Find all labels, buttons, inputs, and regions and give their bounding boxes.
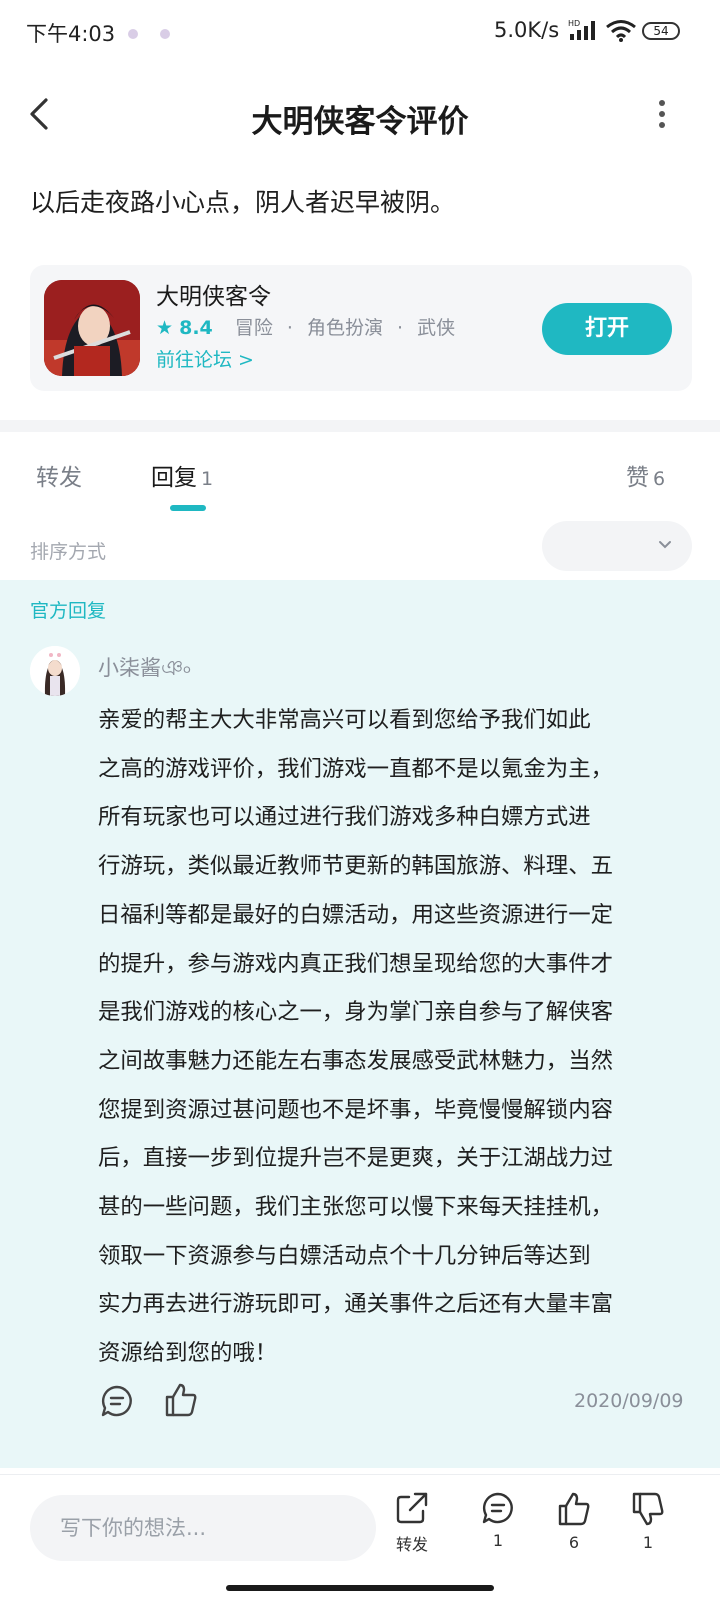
repost-button[interactable]: 转发: [382, 1491, 442, 1555]
open-button[interactable]: 打开: [542, 303, 672, 355]
review-text: 以后走夜路小心点，阴人者迟早被阴。: [30, 188, 456, 217]
reply-body: 亲爱的帮主大大非常高兴可以看到您给予我们如此 之高的游戏评价，我们游戏一直都不是…: [98, 696, 698, 1378]
dislike-count: 1: [642, 1533, 654, 1552]
tab-label: 转发: [36, 465, 82, 491]
tab-count: 6: [653, 468, 666, 490]
forum-link[interactable]: 前往论坛 >: [156, 345, 254, 372]
reply-line: 所有玩家也可以通过进行我们游戏多种白嫖方式进: [98, 804, 591, 831]
tab-like[interactable]: 赞6: [626, 458, 665, 492]
battery-icon: 54: [642, 22, 680, 40]
thumbs-up-icon[interactable]: [164, 1382, 198, 1418]
status-bar: 下午4:03 5.0K/s HD 54: [0, 0, 720, 64]
game-meta: ★ 8.4 冒险 · 角色扮演 · 武侠: [156, 317, 456, 339]
tab-label: 回复: [151, 465, 197, 491]
like-button[interactable]: 6: [544, 1491, 604, 1552]
game-icon: [44, 280, 140, 376]
chevron-down-icon: [659, 541, 671, 549]
reply-line: 甚的一些问题，我们主张您可以慢下来每天挂挂机，: [98, 1194, 613, 1221]
avatar[interactable]: [30, 646, 80, 696]
section-divider: [0, 420, 720, 432]
reply-line: 是我们游戏的核心之一，身为掌门亲自参与了解侠客: [98, 999, 613, 1026]
reply-line: 领取一下资源参与白嫖活动点个十几分钟后等达到: [98, 1242, 591, 1269]
game-tag: 武侠: [417, 317, 456, 339]
game-tag: 冒险: [234, 317, 273, 339]
dislike-button[interactable]: 1: [618, 1491, 678, 1552]
comment-input[interactable]: [30, 1495, 376, 1561]
comment-icon[interactable]: [100, 1384, 134, 1418]
notification-icons: [128, 24, 192, 43]
reply-line: 资源给到您的哦！: [98, 1340, 278, 1367]
notification-icon: [128, 29, 138, 39]
reply-line: 实力再去进行游玩即可，通关事件之后还有大量丰富: [98, 1291, 613, 1318]
share-icon: [396, 1492, 428, 1524]
game-rating: 8.4: [179, 317, 213, 339]
reply-line: 后，直接一步到位提升岂不是更爽，关于江湖战力过: [98, 1145, 613, 1172]
comment-count: 1: [492, 1531, 504, 1550]
comment-icon: [482, 1492, 513, 1524]
official-reply: 官方回复 小柒酱ঞ৹ 亲爱的帮主大大非常高兴可以看到您给予我们如此 之高的游戏评…: [0, 580, 720, 1468]
star-icon: ★: [156, 317, 174, 339]
reply-line: 之高的游戏评价，我们游戏一直都不是以氪金为主，: [98, 755, 613, 782]
official-reply-label: 官方回复: [30, 600, 107, 622]
signal-icon: HD: [568, 19, 595, 40]
tab-reply[interactable]: 回复 1: [151, 458, 213, 492]
game-tag: 角色扮演: [306, 317, 383, 339]
sort-label: 排序方式: [30, 541, 107, 563]
notification-icon: [160, 29, 170, 39]
tab-repost[interactable]: 转发: [36, 458, 82, 492]
reply-line: 您提到资源过甚问题也不是坏事，毕竟慢慢解锁内容: [98, 1096, 613, 1123]
reply-author[interactable]: 小柒酱ঞ৹: [98, 652, 191, 687]
thumbs-down-icon: [632, 1492, 664, 1526]
tab-count: 1: [201, 468, 214, 490]
tab-label: 赞: [626, 465, 649, 491]
wifi-icon: [606, 20, 636, 42]
page-title: 大明侠客令评价: [251, 104, 469, 140]
reply-line: 行游玩，类似最近教师节更新的韩国旅游、料理、五: [98, 853, 613, 880]
bottom-bar: 转发 1 6 1: [0, 1474, 720, 1600]
repost-label: 转发: [395, 1535, 428, 1554]
reply-line: 的提升，参与游戏内真正我们想呈现给您的大事件才: [98, 950, 613, 977]
sort-select[interactable]: [542, 521, 692, 571]
home-indicator[interactable]: [226, 1585, 494, 1591]
game-card[interactable]: 大明侠客令 ★ 8.4 冒险 · 角色扮演 · 武侠 前往论坛 > 打开: [30, 265, 692, 391]
svg-text:HD: HD: [568, 19, 580, 28]
more-options-icon[interactable]: [652, 94, 672, 134]
like-count: 6: [568, 1533, 580, 1552]
reply-line: 亲爱的帮主大大非常高兴可以看到您给予我们如此: [98, 707, 591, 733]
network-speed: 5.0K/s: [494, 18, 560, 42]
reply-date: 2020/09/09: [574, 1390, 684, 1412]
game-name: 大明侠客令: [156, 284, 271, 310]
tab-indicator: [170, 505, 206, 511]
status-time: 下午4:03: [26, 22, 116, 46]
reply-line: 之间故事魅力还能左右事态发展感受武林魅力，当然: [98, 1047, 613, 1074]
reply-line: 日福利等都是最好的白嫖活动，用这些资源进行一定: [98, 901, 613, 928]
header: 大明侠客令评价: [0, 64, 720, 164]
comment-button[interactable]: 1: [468, 1491, 528, 1550]
thumbs-up-icon: [558, 1492, 590, 1526]
